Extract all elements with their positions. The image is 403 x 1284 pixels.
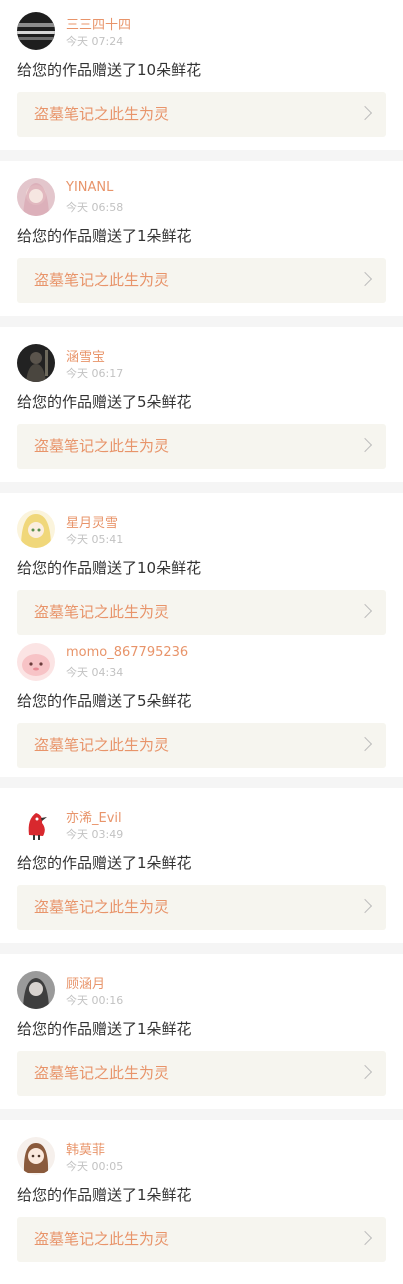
timestamp: 今天 07:24: [66, 35, 124, 48]
avatar-icon[interactable]: [17, 805, 55, 843]
work-title: 盗墓笔记之此生为灵: [34, 271, 170, 289]
gift-message: 给您的作品赠送了1朵鲜花: [17, 1020, 192, 1038]
timestamp: 今天 00:16: [66, 994, 124, 1007]
work-title: 盗墓笔记之此生为灵: [34, 105, 170, 123]
work-title: 盗墓笔记之此生为灵: [34, 437, 170, 455]
user-name[interactable]: YINANL: [66, 180, 113, 195]
gift-item: momo_867795236 今天 04:34 给您的作品赠送了5朵鲜花 盗墓笔…: [0, 637, 403, 777]
gift-item: 涵雪宝 今天 06:17 给您的作品赠送了5朵鲜花 盗墓笔记之此生为灵: [0, 327, 403, 482]
avatar-icon[interactable]: [17, 344, 55, 382]
chevron-right-icon: [357, 271, 373, 287]
work-link[interactable]: 盗墓笔记之此生为灵: [17, 92, 386, 137]
avatar-icon[interactable]: [17, 178, 55, 216]
user-name[interactable]: 涵雪宝: [66, 346, 105, 365]
gift-message: 给您的作品赠送了10朵鲜花: [17, 559, 202, 577]
work-link[interactable]: 盗墓笔记之此生为灵: [17, 590, 386, 635]
work-link[interactable]: 盗墓笔记之此生为灵: [17, 1217, 386, 1262]
work-title: 盗墓笔记之此生为灵: [34, 603, 170, 621]
work-title: 盗墓笔记之此生为灵: [34, 898, 170, 916]
avatar-icon[interactable]: [17, 643, 55, 681]
avatar-icon[interactable]: [17, 1137, 55, 1175]
user-name[interactable]: momo_867795236: [66, 645, 188, 660]
user-name[interactable]: 韩莫菲: [66, 1139, 105, 1158]
work-title: 盗墓笔记之此生为灵: [34, 1230, 170, 1248]
gift-item: 三三四十四 今天 07:24 给您的作品赠送了10朵鲜花 盗墓笔记之此生为灵: [0, 0, 403, 150]
chevron-right-icon: [357, 898, 373, 914]
chevron-right-icon: [357, 1064, 373, 1080]
gift-item: 亦浠_Evil 今天 03:49 给您的作品赠送了1朵鲜花 盗墓笔记之此生为灵: [0, 788, 403, 943]
avatar-icon[interactable]: [17, 510, 55, 548]
work-link[interactable]: 盗墓笔记之此生为灵: [17, 723, 386, 768]
work-link[interactable]: 盗墓笔记之此生为灵: [17, 258, 386, 303]
chevron-right-icon: [357, 105, 373, 121]
separator: [0, 316, 403, 327]
chevron-right-icon: [357, 437, 373, 453]
user-name[interactable]: 三三四十四: [66, 14, 131, 33]
separator: [0, 943, 403, 954]
gift-item: 星月灵雪 今天 05:41 给您的作品赠送了10朵鲜花 盗墓笔记之此生为灵: [0, 493, 403, 637]
gift-message: 给您的作品赠送了1朵鲜花: [17, 1186, 192, 1204]
work-title: 盗墓笔记之此生为灵: [34, 736, 170, 754]
user-name[interactable]: 亦浠_Evil: [66, 807, 122, 826]
timestamp: 今天 05:41: [66, 533, 124, 546]
timestamp: 今天 03:49: [66, 828, 124, 841]
work-link[interactable]: 盗墓笔记之此生为灵: [17, 885, 386, 930]
timestamp: 今天 04:34: [66, 666, 124, 679]
gift-message: 给您的作品赠送了1朵鲜花: [17, 854, 192, 872]
gift-item: 顾涵月 今天 00:16 给您的作品赠送了1朵鲜花 盗墓笔记之此生为灵: [0, 954, 403, 1109]
separator: [0, 777, 403, 788]
gift-message: 给您的作品赠送了1朵鲜花: [17, 227, 192, 245]
gift-feed: 三三四十四 今天 07:24 给您的作品赠送了10朵鲜花 盗墓笔记之此生为灵 Y…: [0, 0, 403, 1284]
separator: [0, 1109, 403, 1120]
gift-message: 给您的作品赠送了5朵鲜花: [17, 692, 192, 710]
gift-item: YINANL 今天 06:58 给您的作品赠送了1朵鲜花 盗墓笔记之此生为灵: [0, 161, 403, 316]
timestamp: 今天 06:17: [66, 367, 124, 380]
separator: [0, 150, 403, 161]
chevron-right-icon: [357, 1230, 373, 1246]
avatar-icon[interactable]: [17, 971, 55, 1009]
avatar-icon[interactable]: [17, 12, 55, 50]
chevron-right-icon: [357, 736, 373, 752]
gift-item: 韩莫菲 今天 00:05 给您的作品赠送了1朵鲜花 盗墓笔记之此生为灵: [0, 1120, 403, 1284]
work-link[interactable]: 盗墓笔记之此生为灵: [17, 1051, 386, 1096]
chevron-right-icon: [357, 603, 373, 619]
timestamp: 今天 06:58: [66, 201, 124, 214]
user-name[interactable]: 顾涵月: [66, 973, 105, 992]
work-link[interactable]: 盗墓笔记之此生为灵: [17, 424, 386, 469]
timestamp: 今天 00:05: [66, 1160, 124, 1173]
work-title: 盗墓笔记之此生为灵: [34, 1064, 170, 1082]
user-name[interactable]: 星月灵雪: [66, 512, 118, 531]
gift-message: 给您的作品赠送了5朵鲜花: [17, 393, 192, 411]
separator: [0, 482, 403, 493]
gift-message: 给您的作品赠送了10朵鲜花: [17, 61, 202, 79]
